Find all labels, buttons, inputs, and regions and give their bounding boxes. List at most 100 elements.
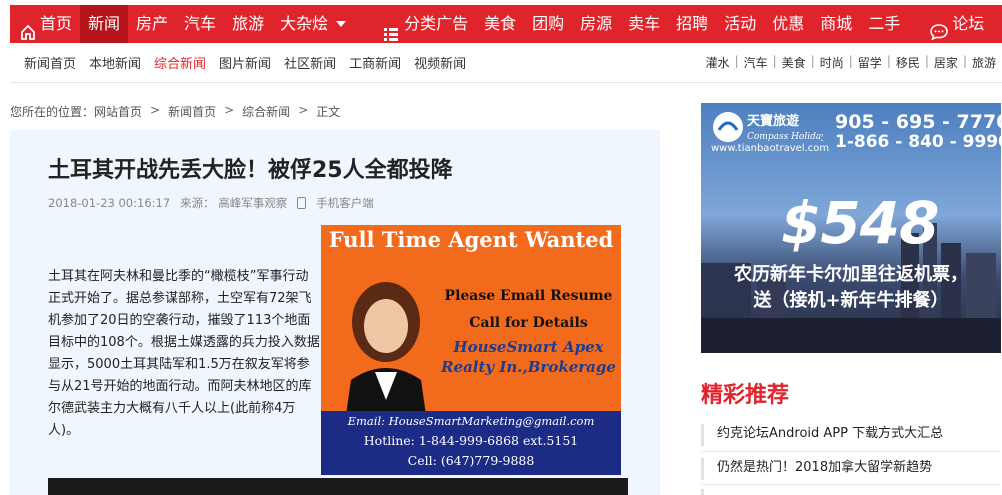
- subnav-link-study[interactable]: 留学: [858, 54, 882, 71]
- subnav-link-food[interactable]: 美食: [782, 54, 806, 71]
- breadcrumb-sep: >: [150, 103, 161, 117]
- breadcrumb-sep: >: [298, 103, 309, 117]
- ad-brand-name: HouseSmart Apex: [453, 338, 604, 356]
- banner-price: $548: [781, 189, 939, 257]
- divider: |: [848, 54, 853, 68]
- breadcrumb-current: 正文: [316, 105, 341, 119]
- mobile-phone-icon: [297, 197, 307, 209]
- subnav-business-news[interactable]: 工商新闻: [349, 53, 401, 72]
- subnav-link-travel[interactable]: 旅游: [972, 54, 996, 71]
- article-image: [48, 478, 628, 495]
- chat-icon: [930, 16, 949, 41]
- nav-events[interactable]: 活动: [716, 5, 764, 43]
- home-icon: [20, 16, 36, 40]
- nav-deals[interactable]: 优惠: [764, 5, 812, 43]
- nav-food[interactable]: 美食: [476, 5, 524, 43]
- mobile-client-link[interactable]: 手机客户端: [316, 195, 374, 211]
- breadcrumb-prefix: 您所在的位置：: [10, 105, 95, 119]
- banner-phone-local: 905 - 695 - 7770: [835, 111, 1001, 133]
- ad-brand-sub: Realty In.,Brokerage: [441, 358, 616, 376]
- nav-jobs[interactable]: 招聘: [668, 5, 716, 43]
- nav-groupbuy[interactable]: 团购: [524, 5, 572, 43]
- nav-sellcar-label: 卖车: [628, 14, 661, 33]
- nav-forum[interactable]: 论坛: [922, 5, 992, 43]
- ad-cell: Cell: (647)779-9888: [407, 453, 535, 468]
- nav-auto-label: 汽车: [184, 14, 217, 33]
- nav-groupbuy-label: 团购: [532, 14, 565, 33]
- breadcrumb-general-news[interactable]: 综合新闻: [242, 103, 290, 120]
- ad-brand: HouseSmart Apex Realty In.,Brokerage: [436, 337, 621, 377]
- subnav-link-home[interactable]: 居家: [934, 54, 958, 71]
- sub-nav: 新闻首页 本地新闻 综合新闻 图片新闻 社区新闻 工商新闻 视频新闻 灌水 | 汽…: [10, 43, 1002, 83]
- nav-auto[interactable]: 汽车: [176, 5, 224, 43]
- ad-headline: Full Time Agent Wanted: [328, 227, 614, 252]
- nav-home[interactable]: 首页: [10, 5, 80, 43]
- nav-home-label: 首页: [40, 14, 73, 33]
- nav-mall-label: 商城: [820, 14, 853, 33]
- article-date: 2018-01-23 00:16:17: [48, 196, 171, 210]
- travel-banner-ad[interactable]: 天寶旅遊 Compass Holidays www.tianbaotravel.…: [701, 103, 1001, 353]
- breadcrumb: 您所在的位置： 网站首页 > 新闻首页 > 综合新闻 > 正文: [10, 103, 340, 120]
- subnav-right: 灌水 | 汽车 | 美食 | 时尚 | 留学 | 移民 | 居家 | 旅游: [706, 54, 1002, 71]
- breadcrumb-sep: >: [224, 103, 235, 117]
- nav-classifieds[interactable]: 分类广告: [376, 5, 476, 43]
- list-icon: [384, 17, 399, 41]
- subnav-video-news[interactable]: 视频新闻: [414, 53, 466, 72]
- divider: [701, 484, 1001, 485]
- recommend-item[interactable]: 仍然是热门！2018加拿大留学新趋势: [701, 458, 1001, 480]
- recommend-heading: 精彩推荐: [701, 383, 790, 408]
- ad-email: Email: HouseSmartMarketing@gmail.com: [347, 414, 595, 428]
- nav-deals-label: 优惠: [772, 14, 805, 33]
- chevron-down-icon: [336, 21, 347, 27]
- divider: |: [886, 54, 891, 68]
- ad-contact-panel: Email: HouseSmartMarketing@gmail.com Hot…: [321, 411, 621, 475]
- recommend-item[interactable]: 约克论坛Android APP 下载方式大汇总: [701, 424, 1001, 446]
- nav-listings-label: 房源: [580, 14, 613, 33]
- subnav-link-auto[interactable]: 汽车: [744, 54, 768, 71]
- nav-listings[interactable]: 房源: [572, 5, 620, 43]
- subnav-general-news[interactable]: 综合新闻: [154, 53, 206, 72]
- breadcrumb-news-home[interactable]: 新闻首页: [168, 103, 216, 120]
- ad-line-call: Call for Details: [469, 315, 588, 331]
- subnav-community-news[interactable]: 社区新闻: [284, 53, 336, 72]
- subnav-news-home[interactable]: 新闻首页: [24, 53, 76, 72]
- divider: |: [962, 54, 967, 68]
- article-panel: 土耳其开战先丢大脸！被俘25人全都投降 2018-01-23 00:16:17 …: [10, 130, 660, 495]
- breadcrumb-site-home[interactable]: 网站首页: [94, 103, 142, 120]
- nav-misc-label: 大杂烩: [280, 14, 329, 33]
- nav-mall[interactable]: 商城: [812, 5, 860, 43]
- top-nav: 首页 新闻 房产 汽车 旅游 大杂烩 分类广告 美食 团购 房源 卖车 招聘 活…: [10, 5, 1002, 43]
- divider: [701, 451, 1001, 452]
- recommend-item-partial[interactable]: [701, 489, 1001, 495]
- divider: |: [734, 54, 739, 68]
- subnav-link-fashion[interactable]: 时尚: [820, 54, 844, 71]
- divider: |: [924, 54, 929, 68]
- compass-holidays-logo: 天寶旅遊 Compass Holidays: [713, 112, 823, 142]
- subnav-link-immigration[interactable]: 移民: [896, 54, 920, 71]
- ad-hotline: Hotline: 1-844-999-6868 ext.5151: [363, 433, 579, 448]
- nav-travel-label: 旅游: [232, 14, 265, 33]
- subnav-left: 新闻首页 本地新闻 综合新闻 图片新闻 社区新闻 工商新闻 视频新闻: [10, 53, 479, 72]
- banner-promo-line1: 农历新年卡尔加里往返机票，: [734, 264, 968, 285]
- nav-travel[interactable]: 旅游: [224, 5, 272, 43]
- subnav-link-water[interactable]: 灌水: [706, 54, 730, 71]
- banner-promo-line2: 送（接机+新年牛排餐）: [753, 290, 949, 311]
- nav-food-label: 美食: [484, 14, 517, 33]
- nav-sellcar[interactable]: 卖车: [620, 5, 668, 43]
- subnav-local-news[interactable]: 本地新闻: [89, 53, 141, 72]
- nav-realestate[interactable]: 房产: [128, 5, 176, 43]
- nav-news[interactable]: 新闻: [80, 5, 129, 43]
- logo-cn: 天寶旅遊: [747, 113, 799, 129]
- banner-url: www.tianbaotravel.com: [711, 143, 830, 154]
- article-source: 来源： 高峰军事观察: [180, 196, 288, 210]
- nav-realestate-label: 房产: [136, 14, 169, 33]
- nav-news-label: 新闻: [88, 14, 121, 33]
- nav-jobs-label: 招聘: [676, 14, 709, 33]
- nav-misc-dropdown[interactable]: 大杂烩: [272, 5, 354, 43]
- nav-secondhand-label: 二手: [868, 14, 901, 33]
- nav-events-label: 活动: [724, 14, 757, 33]
- agent-wanted-ad[interactable]: Full Time Agent Wanted Please Email Resu…: [321, 225, 621, 475]
- article-title: 土耳其开战先丢大脸！被俘25人全都投降: [48, 158, 453, 183]
- nav-secondhand[interactable]: 二手: [860, 5, 908, 43]
- subnav-photo-news[interactable]: 图片新闻: [219, 53, 271, 72]
